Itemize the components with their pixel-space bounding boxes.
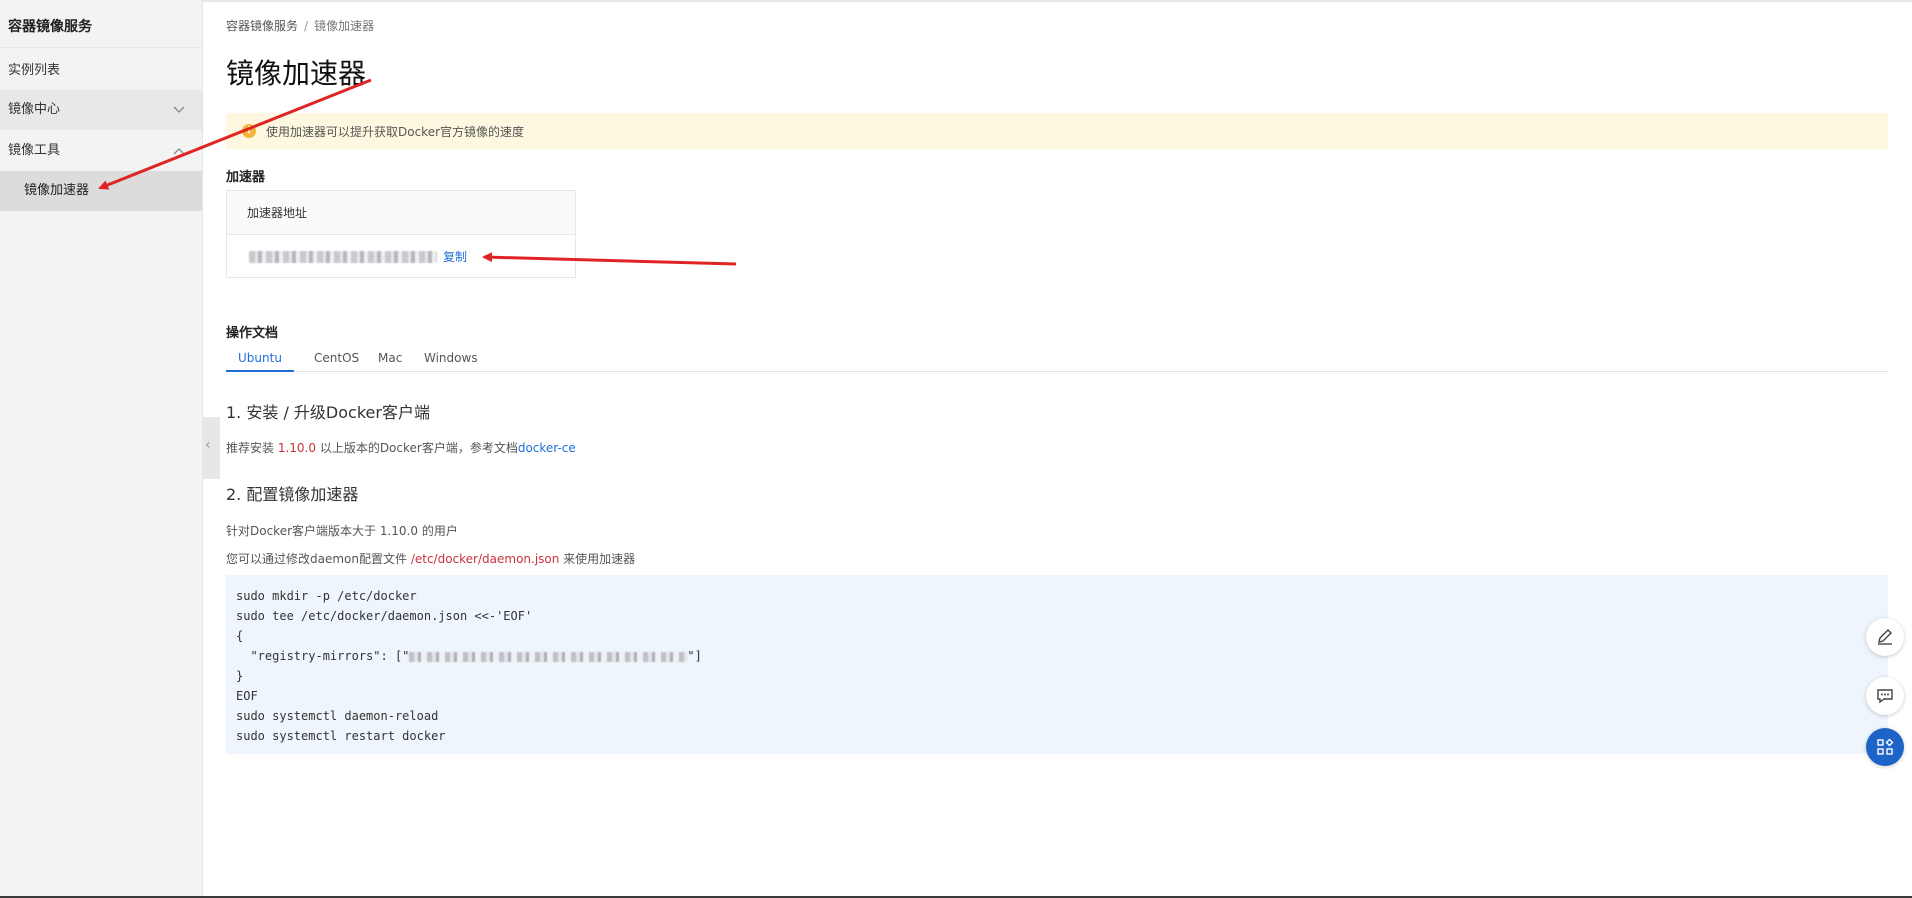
annotation-arrow <box>482 252 737 266</box>
annotation-arrow <box>98 78 372 190</box>
annotation-overlay <box>98 78 737 266</box>
